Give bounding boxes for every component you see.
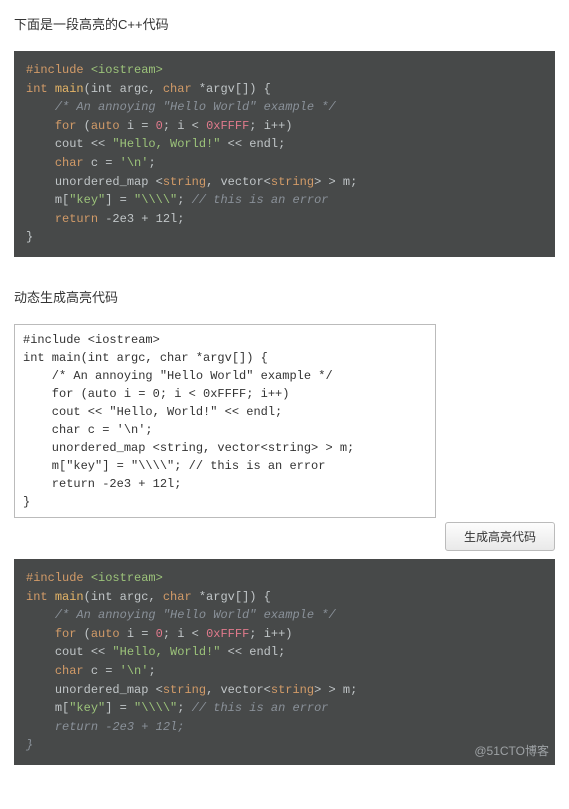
cout: cout <<: [55, 645, 113, 659]
for-body: ; i++): [249, 119, 292, 133]
m-end: ;: [177, 701, 191, 715]
argc: int argc,: [91, 82, 163, 96]
paren: (: [76, 627, 90, 641]
num-zero: 0: [156, 627, 163, 641]
watermark: @51CTO博客: [474, 742, 549, 761]
paren: (: [84, 590, 91, 604]
include-directive: #include: [26, 571, 84, 585]
highlighted-code-block-1: #include <iostream> int main(int argc, c…: [14, 51, 555, 257]
umap-end: > > m;: [314, 683, 357, 697]
func-main: main: [55, 82, 84, 96]
for-body: ; i <: [163, 119, 206, 133]
m-end: ;: [177, 193, 191, 207]
umap-end: > > m;: [314, 175, 357, 189]
m-mid: ] =: [105, 193, 134, 207]
type-string: string: [163, 175, 206, 189]
for-body: ; i++): [249, 627, 292, 641]
comment-2: // this is an error: [192, 193, 329, 207]
num-zero: 0: [156, 119, 163, 133]
paren: (: [84, 82, 91, 96]
kw-auto: auto: [91, 119, 120, 133]
string-key: "key": [69, 701, 105, 715]
source-code-textarea[interactable]: #include <iostream> int main(int argc, c…: [14, 324, 436, 518]
iostream-header: <iostream>: [91, 63, 163, 77]
kw-int: int: [26, 590, 48, 604]
type-string: string: [271, 683, 314, 697]
func-main: main: [55, 590, 84, 604]
kw-auto: auto: [91, 627, 120, 641]
brace-open: ) {: [249, 82, 271, 96]
kw-char: char: [55, 156, 84, 170]
char-lit: '\n': [120, 156, 149, 170]
generate-highlight-button[interactable]: 生成高亮代码: [445, 522, 555, 551]
return-body: -2e3 + 12l;: [98, 720, 184, 734]
highlighted-code-block-2: #include <iostream> int main(int argc, c…: [14, 559, 555, 765]
char-lit: '\n': [120, 664, 149, 678]
argv: *argv[]: [192, 82, 250, 96]
argv: *argv[]: [192, 590, 250, 604]
char-body: c =: [84, 156, 120, 170]
m-open: m[: [55, 193, 69, 207]
semi: ;: [148, 664, 155, 678]
umap-mid: , vector<: [206, 683, 271, 697]
umap: unordered_map <: [55, 683, 163, 697]
argc: int argc,: [91, 590, 163, 604]
string-hello: "Hello, World!": [112, 645, 220, 659]
string-slash: "\\\\": [134, 701, 177, 715]
semi: ;: [148, 156, 155, 170]
brace-close: }: [26, 738, 33, 752]
m-open: m[: [55, 701, 69, 715]
kw-char: char: [163, 590, 192, 604]
kw-char: char: [163, 82, 192, 96]
comment-1: /* An annoying "Hello World" example */: [55, 608, 336, 622]
umap: unordered_map <: [55, 175, 163, 189]
brace-open: ) {: [249, 590, 271, 604]
comment-2: // this is an error: [192, 701, 329, 715]
comment-1: /* An annoying "Hello World" example */: [55, 100, 336, 114]
include-directive: #include: [26, 63, 84, 77]
type-string: string: [163, 683, 206, 697]
kw-for: for: [55, 627, 77, 641]
num-hex: 0xFFFF: [206, 627, 249, 641]
num-hex: 0xFFFF: [206, 119, 249, 133]
kw-char: char: [55, 664, 84, 678]
kw-return: return: [55, 212, 98, 226]
string-key: "key": [69, 193, 105, 207]
endl: << endl;: [220, 645, 285, 659]
string-slash: "\\\\": [134, 193, 177, 207]
string-hello: "Hello, World!": [112, 137, 220, 151]
type-string: string: [271, 175, 314, 189]
heading-2: 动态生成高亮代码: [14, 287, 555, 306]
paren: (: [76, 119, 90, 133]
brace-close: }: [26, 230, 33, 244]
endl: << endl;: [220, 137, 285, 151]
kw-for: for: [55, 119, 77, 133]
for-body: i =: [120, 627, 156, 641]
m-mid: ] =: [105, 701, 134, 715]
kw-int: int: [26, 82, 48, 96]
kw-return: return: [55, 720, 98, 734]
for-body: i =: [120, 119, 156, 133]
char-body: c =: [84, 664, 120, 678]
for-body: ; i <: [163, 627, 206, 641]
heading-1: 下面是一段高亮的C++代码: [14, 14, 555, 33]
umap-mid: , vector<: [206, 175, 271, 189]
return-body: -2e3 + 12l;: [98, 212, 184, 226]
iostream-header: <iostream>: [91, 571, 163, 585]
cout: cout <<: [55, 137, 113, 151]
